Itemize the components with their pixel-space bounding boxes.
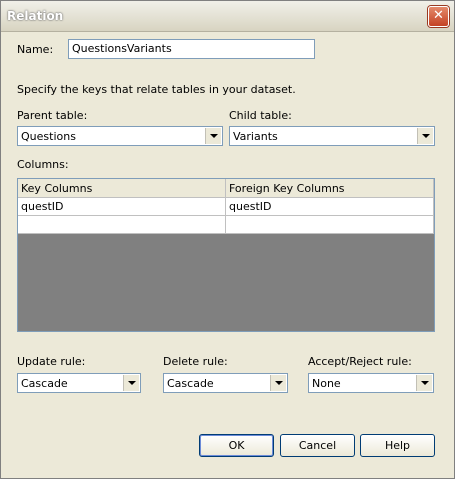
column-header-key[interactable]: Key Columns [18, 179, 226, 198]
ok-button[interactable]: OK [199, 434, 274, 457]
window-title: Relation [7, 9, 64, 23]
name-label: Name: [17, 43, 54, 56]
chevron-down-icon[interactable] [205, 128, 221, 144]
columns-grid[interactable]: Key Columns Foreign Key Columns questID … [17, 178, 435, 332]
chevron-down-icon[interactable] [417, 128, 433, 144]
update-rule-select[interactable]: Cascade [17, 373, 141, 393]
chevron-down-icon[interactable] [416, 375, 432, 391]
table-cell-key[interactable]: questID [18, 198, 226, 216]
title-bar[interactable]: Relation ✕ [1, 1, 454, 32]
name-value: QuestionsVariants [72, 42, 172, 55]
instructions-text: Specify the keys that relate tables in y… [17, 83, 296, 96]
chevron-down-icon[interactable] [123, 375, 139, 391]
update-rule-label: Update rule: [17, 355, 86, 368]
name-field[interactable]: QuestionsVariants [68, 39, 315, 59]
child-table-select[interactable]: Variants [229, 126, 435, 146]
help-button[interactable]: Help [360, 434, 435, 457]
chevron-down-icon[interactable] [270, 375, 286, 391]
column-header-foreign-key[interactable]: Foreign Key Columns [226, 179, 434, 198]
table-cell-foreign-key[interactable]: questID [226, 198, 434, 216]
close-icon: ✕ [433, 8, 444, 23]
parent-table-label: Parent table: [17, 109, 88, 122]
parent-table-select[interactable]: Questions [17, 126, 223, 146]
close-button[interactable]: ✕ [428, 6, 449, 27]
table-cell-key[interactable] [18, 216, 226, 234]
cancel-button[interactable]: Cancel [280, 434, 355, 457]
accept-reject-rule-label: Accept/Reject rule: [308, 355, 412, 368]
delete-rule-select[interactable]: Cascade [163, 373, 288, 393]
accept-reject-rule-value: None [312, 377, 341, 390]
relation-dialog: Relation ✕ Name: QuestionsVariants Speci… [0, 0, 455, 479]
columns-label: Columns: [17, 158, 69, 171]
table-cell-foreign-key[interactable] [226, 216, 434, 234]
delete-rule-label: Delete rule: [163, 355, 228, 368]
parent-table-value: Questions [21, 130, 76, 143]
child-table-label: Child table: [229, 109, 292, 122]
delete-rule-value: Cascade [167, 377, 214, 390]
child-table-value: Variants [233, 130, 278, 143]
update-rule-value: Cascade [21, 377, 68, 390]
accept-reject-rule-select[interactable]: None [308, 373, 434, 393]
